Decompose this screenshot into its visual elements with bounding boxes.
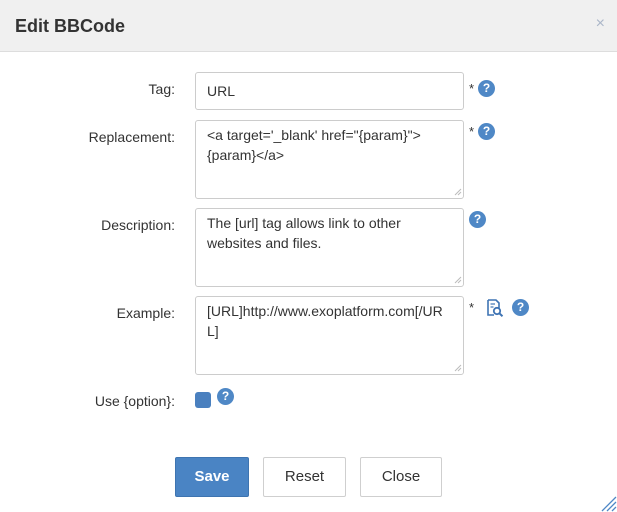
- use-option-help-icon[interactable]: ?: [217, 388, 234, 405]
- replacement-label: Replacement:: [88, 129, 175, 145]
- tag-help-icon[interactable]: ?: [478, 80, 495, 97]
- tag-label: Tag:: [148, 81, 175, 97]
- dialog-header: Edit BBCode ×: [0, 0, 617, 52]
- dialog-resize-handle[interactable]: [597, 492, 617, 512]
- save-button[interactable]: Save: [175, 457, 249, 497]
- example-help-icon[interactable]: ?: [512, 299, 529, 316]
- replacement-help-icon[interactable]: ?: [478, 123, 495, 140]
- description-textarea[interactable]: The [url] tag allows link to other websi…: [195, 208, 464, 287]
- tag-input[interactable]: [195, 72, 464, 110]
- example-required-mark: *: [469, 300, 475, 315]
- example-label: Example:: [116, 305, 175, 321]
- close-icon[interactable]: ×: [596, 14, 605, 34]
- replacement-required-mark: *: [469, 124, 475, 139]
- reset-button[interactable]: Reset: [263, 457, 346, 497]
- description-label: Description:: [101, 217, 175, 233]
- replacement-textarea[interactable]: <a target='_blank' href="{param}">{param…: [195, 120, 464, 199]
- example-textarea[interactable]: [URL]http://www.exoplatform.com[/URL]: [195, 296, 464, 375]
- tag-required-mark: *: [469, 81, 475, 96]
- dialog-title: Edit BBCode: [15, 16, 125, 36]
- use-option-label: Use {option}:: [94, 393, 175, 409]
- close-button[interactable]: Close: [360, 457, 442, 497]
- preview-icon[interactable]: [486, 299, 504, 317]
- use-option-checkbox[interactable]: [195, 392, 211, 408]
- description-help-icon[interactable]: ?: [469, 211, 486, 228]
